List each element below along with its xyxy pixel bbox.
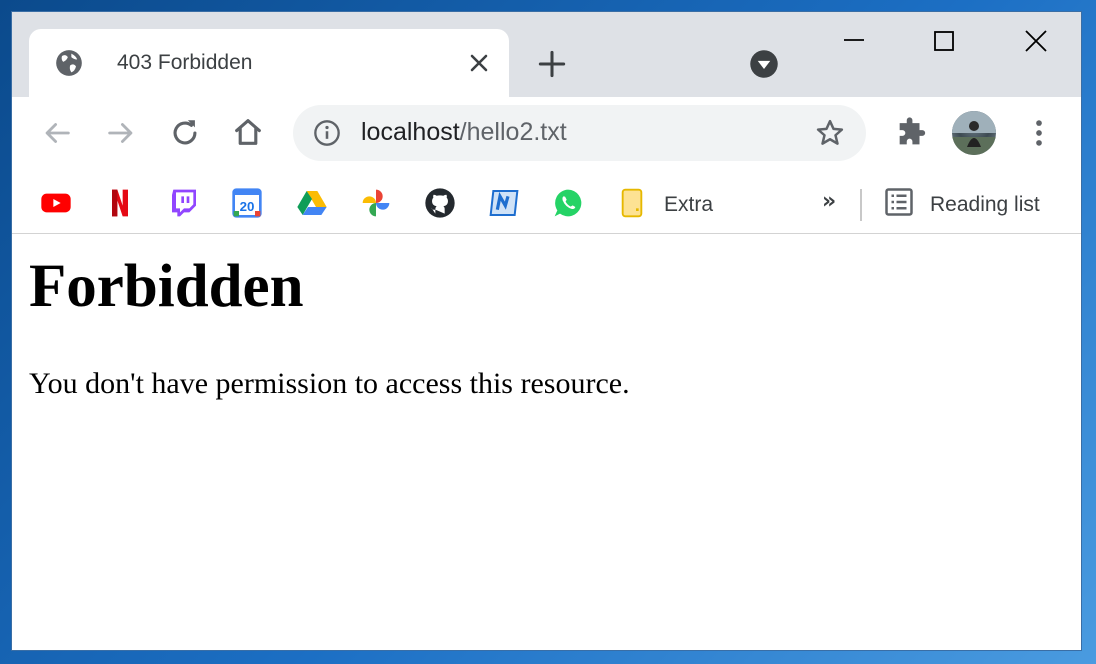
google-drive-icon[interactable] [296,187,328,219]
page-heading: Forbidden [29,253,304,320]
page-content: Forbidden You don't have permission to a… [12,234,1081,650]
netflix-icon[interactable] [104,187,136,219]
more-menu-icon[interactable] [1022,116,1056,150]
minimize-icon[interactable] [834,30,874,58]
profile-avatar[interactable] [952,111,996,155]
github-icon[interactable] [424,187,456,219]
more-bookmarks-chevron[interactable]: » [822,189,836,214]
close-tab-icon[interactable] [467,51,491,75]
address-bar[interactable]: localhost/hello2.txt [293,105,866,161]
whatsapp-icon[interactable] [552,187,584,219]
google-calendar-icon[interactable]: 20 [231,187,263,219]
new-tab-plus-icon[interactable] [538,50,566,78]
tab-title: 403 Forbidden [117,51,253,74]
site-info-icon[interactable] [313,119,341,147]
back-arrow-icon[interactable] [40,116,74,150]
youtube-icon[interactable] [40,187,72,219]
address-url: localhost/hello2.txt [361,118,567,147]
close-window-icon[interactable] [1016,30,1056,58]
extensions-puzzle-icon[interactable] [894,116,928,150]
reading-list-icon [884,187,914,217]
globe-icon [55,49,83,77]
calendar-date-label: 20 [240,199,255,214]
reload-icon[interactable] [168,116,202,150]
url-path: /hello2.txt [459,118,567,146]
news-icon[interactable] [488,187,520,219]
page-message: You don't have permission to access this… [29,367,630,400]
bookmarks-bar: 20 Extra » Reading list [12,171,1081,234]
bookmarks-divider [860,189,862,221]
url-host: localhost [361,118,460,146]
bookmark-folder-extra[interactable]: Extra [664,193,713,217]
folder-icon[interactable] [616,187,648,219]
browser-window: 403 Forbidden localhost/hello2.txt 20 Ex… [11,11,1082,651]
tab-403-forbidden[interactable]: 403 Forbidden [29,29,509,97]
google-photos-icon[interactable] [360,187,392,219]
twitch-icon[interactable] [168,187,200,219]
tab-strip: 403 Forbidden [12,12,1081,97]
bookmark-star-icon[interactable] [815,118,845,148]
maximize-icon[interactable] [924,30,964,58]
home-icon[interactable] [231,115,265,149]
forward-arrow-icon[interactable] [104,116,138,150]
tab-search-icon[interactable] [749,49,779,79]
toolbar: localhost/hello2.txt [12,97,1081,171]
reading-list-label: Reading list [930,193,1040,216]
